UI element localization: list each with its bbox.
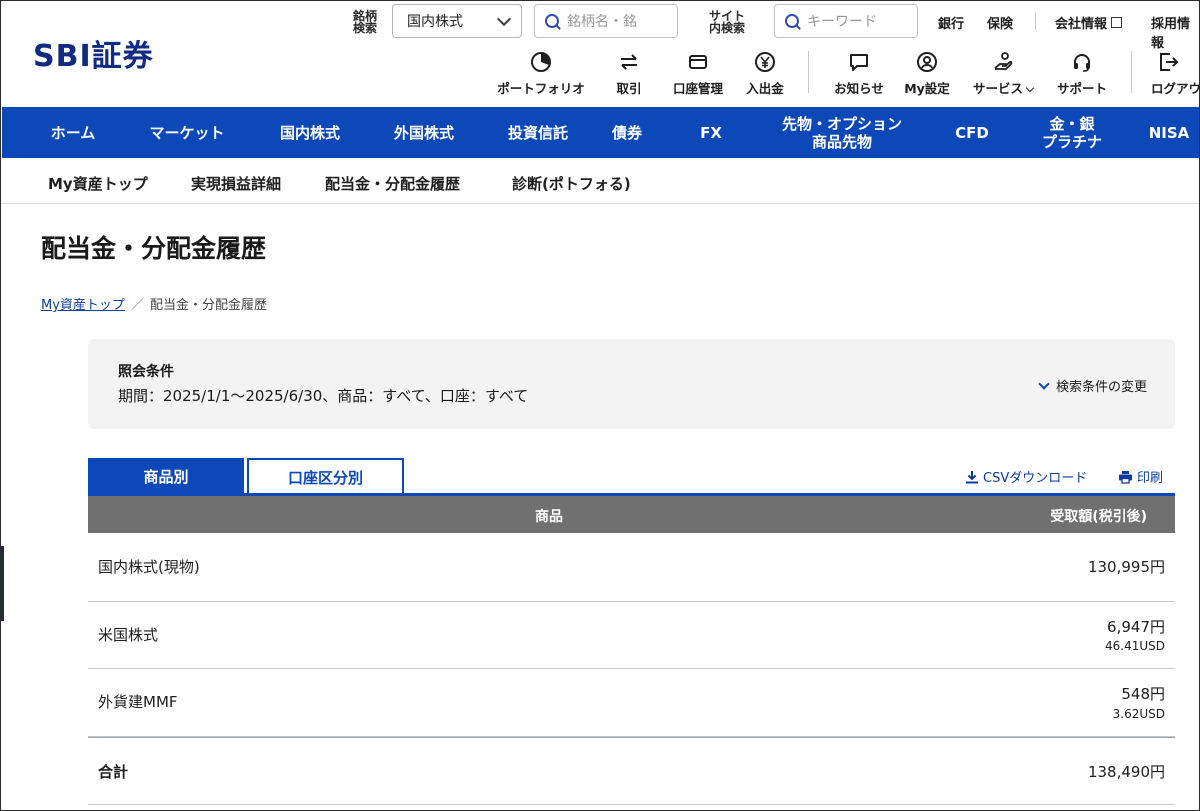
nav-foreign-stocks[interactable]: 外国株式	[374, 107, 474, 158]
nav-domestic-stocks[interactable]: 国内株式	[260, 107, 360, 158]
wallet-icon	[666, 51, 730, 73]
account-management-button[interactable]: 口座管理	[666, 51, 730, 97]
breadcrumb-separator: ／	[130, 298, 144, 313]
breadcrumb-link-my-assets[interactable]: My資産トップ	[41, 298, 125, 313]
notification-icon	[827, 51, 891, 73]
row-amount-usd: 3.62USD	[1112, 707, 1165, 721]
headset-icon	[1051, 51, 1113, 73]
search-icon	[785, 14, 799, 28]
table-row: 国内株式(現物) 130,995円	[88, 533, 1175, 602]
breadcrumb: My資産トップ ／ 配当金・分配金履歴	[41, 294, 267, 313]
divider	[1131, 51, 1132, 93]
tab-by-product[interactable]: 商品別	[88, 458, 244, 494]
logout-button[interactable]: ログアウト	[1151, 51, 1199, 97]
breadcrumb-current: 配当金・分配金履歴	[149, 298, 267, 313]
logout-icon	[1157, 51, 1179, 73]
row-product: 国内株式(現物)	[98, 558, 200, 576]
printer-icon	[1119, 470, 1132, 484]
table-header: 商品 受取額(税引後)	[88, 496, 1175, 533]
subnav-dividend-history[interactable]: 配当金・分配金履歴	[325, 173, 460, 194]
divider	[1035, 12, 1036, 30]
external-link-icon	[1111, 17, 1123, 28]
row-product: 外貨建MMF	[98, 693, 178, 711]
market-select[interactable]: 国内株式	[392, 4, 522, 38]
row-product: 米国株式	[98, 626, 159, 644]
sbi-logo[interactable]: SBI証券	[33, 31, 154, 75]
portfolio-icon	[489, 51, 593, 73]
download-icon	[966, 470, 978, 483]
yen-transfer-icon	[741, 51, 789, 73]
page-frame: SBI証券 銘柄 検索 国内株式 銘柄名・銘 サイト 内検索 キーワード 銀行 …	[0, 0, 1200, 811]
total-amount: 138,490円	[1087, 763, 1165, 781]
trade-button[interactable]: 取引	[609, 51, 649, 97]
sub-nav: My資産トップ 実現損益詳細 配当金・分配金履歴 診断(ポトフォる)	[1, 159, 1199, 204]
row-amount-usd: 46.41USD	[1105, 639, 1165, 653]
tab-by-account[interactable]: 口座区分別	[247, 458, 404, 494]
nav-market[interactable]: マーケット	[128, 107, 246, 158]
symbol-search-input[interactable]: 銘柄名・銘	[534, 4, 678, 38]
nav-bonds[interactable]: 債券	[602, 107, 652, 158]
subnav-diagnosis[interactable]: 診断(ポトフォる)	[512, 173, 631, 194]
nav-cfd[interactable]: CFD	[944, 107, 1000, 158]
table-total-row: 合計 138,490円	[88, 737, 1175, 805]
csv-download-link[interactable]: CSVダウンロード	[965, 467, 1087, 486]
service-icon	[963, 51, 1043, 73]
chevron-down-icon	[496, 11, 512, 26]
user-settings-icon	[899, 51, 955, 73]
divider	[808, 51, 809, 93]
trade-arrows-icon	[609, 51, 649, 73]
page-title: 配当金・分配金履歴	[41, 234, 267, 263]
subnav-my-assets-top[interactable]: My資産トップ	[48, 173, 148, 194]
main-nav: ホーム マーケット 国内株式 外国株式 投資信託 債券 FX 先物・オプション …	[2, 107, 1199, 158]
notifications-button[interactable]: お知らせ	[827, 51, 891, 97]
link-insurance[interactable]: 保険	[987, 13, 1013, 32]
keyword-search-input[interactable]: キーワード	[774, 4, 918, 38]
nav-home[interactable]: ホーム	[32, 107, 114, 158]
deposit-withdrawal-button[interactable]: 入出金	[741, 51, 789, 97]
subnav-realized-pnl[interactable]: 実現損益詳細	[191, 173, 281, 194]
link-company-info[interactable]: 会社情報	[1055, 13, 1123, 32]
conditions-value: 期間：2025/1/1～2025/6/30、商品：すべて、口座：すべて	[118, 387, 529, 405]
nav-fx[interactable]: FX	[686, 107, 736, 158]
table-row: 外貨建MMF 548円 3.62USD	[88, 669, 1175, 737]
nav-gold-silver-platinum[interactable]: 金・銀 プラチナ	[1026, 107, 1118, 158]
services-menu-button[interactable]: サービス	[963, 51, 1043, 97]
symbol-search-label: 銘柄 検索	[353, 9, 378, 35]
edge-bar	[1, 546, 4, 621]
link-bank[interactable]: 銀行	[938, 13, 964, 32]
nav-futures-options[interactable]: 先物・オプション 商品先物	[760, 107, 924, 158]
site-search-label: サイト 内検索	[709, 9, 746, 35]
portfolio-button[interactable]: ポートフォリオ	[489, 51, 593, 97]
link-recruit[interactable]: 採用情報	[1151, 13, 1199, 51]
nav-investment-trusts[interactable]: 投資信託	[488, 107, 588, 158]
row-amount: 130,995円	[1087, 558, 1165, 576]
chevron-down-icon	[1038, 377, 1050, 390]
chevron-down-icon	[1025, 83, 1035, 93]
support-button[interactable]: サポート	[1051, 51, 1113, 97]
conditions-heading: 照会条件	[118, 364, 174, 380]
change-conditions-link[interactable]: 検索条件の変更	[1038, 376, 1147, 395]
my-settings-button[interactable]: My設定	[899, 51, 955, 97]
print-link[interactable]: 印刷	[1118, 467, 1163, 486]
query-conditions-panel: 照会条件 期間：2025/1/1～2025/6/30、商品：すべて、口座：すべて…	[88, 339, 1175, 429]
nav-nisa[interactable]: NISA	[1138, 107, 1199, 158]
table-row: 米国株式 6,947円 46.41USD	[88, 602, 1175, 669]
row-amount: 6,947円	[1107, 618, 1165, 636]
search-icon	[545, 14, 559, 28]
total-label: 合計	[98, 763, 129, 781]
column-header-product: 商品	[535, 509, 563, 525]
column-header-amount: 受取額(税引後)	[1050, 509, 1147, 525]
row-amount: 548円	[1121, 685, 1165, 703]
